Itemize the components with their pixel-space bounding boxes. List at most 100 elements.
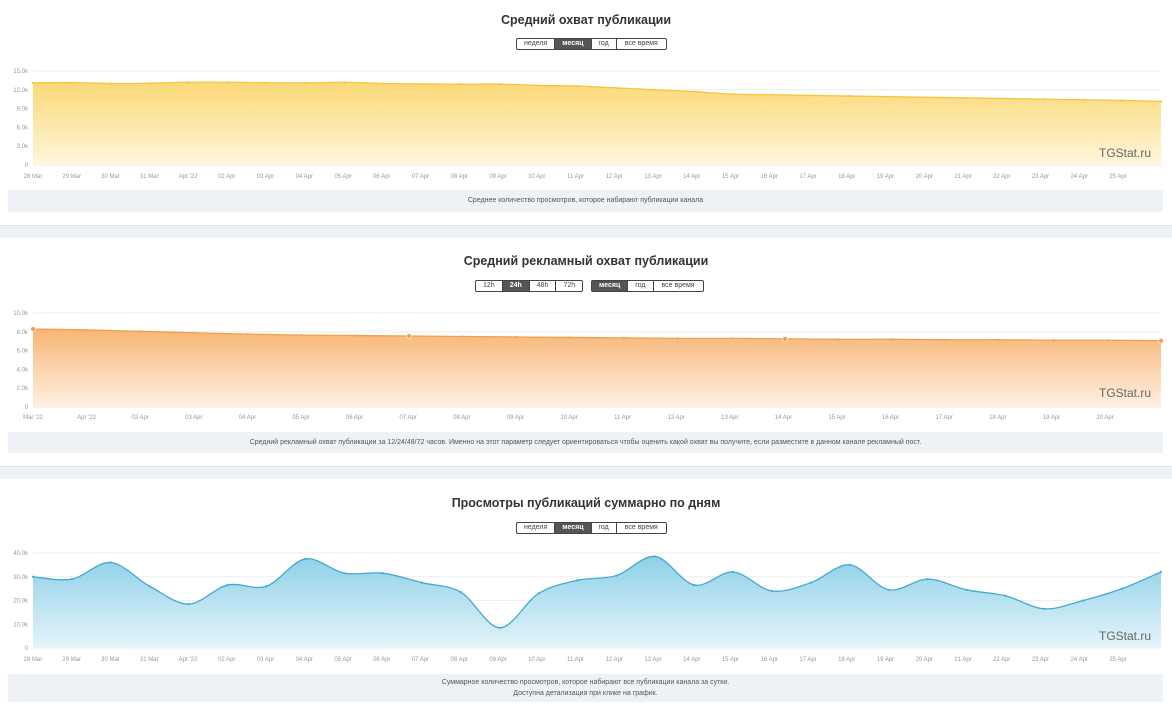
data-point[interactable]: [109, 561, 112, 564]
data-point[interactable]: [782, 336, 788, 342]
data-point[interactable]: [498, 83, 501, 86]
daily-views-chart[interactable]: 0 10.0k 20.0k 30.0k 40.0k 28 Mar 29 Mar 30 Mar 3…: [0, 547, 1172, 669]
data-point[interactable]: [1121, 99, 1124, 102]
data-point[interactable]: [537, 592, 540, 595]
data-point[interactable]: [226, 583, 229, 587]
hours-24h-button[interactable]: 24h: [502, 281, 530, 291]
data-point[interactable]: [693, 90, 696, 93]
hours-48h-button[interactable]: 48h: [530, 281, 557, 291]
data-point[interactable]: [654, 555, 657, 558]
data-point[interactable]: [732, 570, 735, 574]
period-week-button[interactable]: неделя: [517, 523, 556, 533]
data-point[interactable]: [887, 588, 890, 591]
data-point[interactable]: [770, 589, 774, 593]
data-point[interactable]: [576, 579, 579, 582]
period-year-button[interactable]: год: [592, 523, 617, 533]
data-point[interactable]: [1159, 570, 1163, 574]
data-point[interactable]: [837, 338, 840, 341]
data-point[interactable]: [515, 335, 518, 339]
data-point[interactable]: [187, 602, 190, 606]
data-point[interactable]: [1004, 594, 1007, 597]
data-point[interactable]: [615, 574, 618, 577]
period-year-button[interactable]: год: [592, 39, 617, 49]
data-point[interactable]: [31, 575, 35, 578]
data-point[interactable]: [615, 86, 618, 90]
data-point[interactable]: [343, 572, 346, 575]
data-point[interactable]: [304, 557, 307, 561]
data-point[interactable]: [887, 95, 890, 98]
period-all-time-button[interactable]: все время: [617, 523, 666, 533]
data-point[interactable]: [381, 82, 385, 85]
data-point[interactable]: [498, 626, 501, 629]
data-point[interactable]: [1082, 98, 1085, 101]
data-point[interactable]: [459, 83, 462, 86]
data-point[interactable]: [420, 581, 424, 584]
data-point[interactable]: [848, 563, 851, 566]
period-year-button[interactable]: год: [628, 281, 654, 291]
data-point[interactable]: [926, 96, 929, 99]
data-point[interactable]: [31, 81, 35, 85]
data-point[interactable]: [537, 84, 540, 87]
data-point[interactable]: [148, 585, 151, 588]
data-point[interactable]: [265, 585, 268, 588]
period-all-time-button[interactable]: все время: [617, 39, 666, 49]
data-point[interactable]: [148, 82, 151, 85]
hours-12h-button[interactable]: 12h: [476, 281, 503, 291]
data-point[interactable]: [1121, 587, 1124, 590]
data-point[interactable]: [1052, 339, 1055, 342]
period-all-time-button[interactable]: все время: [654, 281, 703, 291]
period-month-button[interactable]: месяц: [555, 523, 592, 533]
data-point[interactable]: [809, 581, 813, 584]
data-point[interactable]: [354, 334, 357, 337]
data-point[interactable]: [139, 330, 142, 333]
data-point[interactable]: [109, 82, 112, 85]
data-point[interactable]: [459, 591, 462, 594]
data-point[interactable]: [945, 338, 948, 341]
data-point[interactable]: [730, 337, 733, 340]
hours-72h-button[interactable]: 72h: [556, 281, 582, 291]
data-point[interactable]: [576, 84, 579, 88]
data-point[interactable]: [1158, 338, 1164, 344]
data-point[interactable]: [381, 572, 385, 575]
data-point[interactable]: [654, 88, 657, 91]
ad-reach-chart[interactable]: 0 2.0k 4.0k 6.0k 8.0k 10.0k Mar '22 Apr '22 02 A…: [0, 306, 1172, 430]
data-point[interactable]: [1082, 599, 1085, 602]
data-point[interactable]: [848, 94, 851, 98]
data-point[interactable]: [304, 81, 307, 85]
avg-reach-chart[interactable]: 0 3.0k 6.0k 9.0k 12.0k 15.0k 28 Mar 29 Mar 30 Ma…: [0, 62, 1172, 188]
data-point[interactable]: [891, 338, 894, 341]
data-point[interactable]: [1043, 98, 1046, 101]
data-point[interactable]: [965, 588, 968, 591]
data-point[interactable]: [226, 81, 229, 84]
data-point[interactable]: [1043, 607, 1046, 610]
data-point[interactable]: [246, 333, 249, 336]
data-point[interactable]: [85, 328, 88, 332]
data-point[interactable]: [265, 81, 268, 84]
data-point[interactable]: [406, 333, 412, 339]
data-point[interactable]: [193, 331, 196, 334]
data-point[interactable]: [1004, 97, 1007, 100]
data-point[interactable]: [676, 337, 679, 340]
data-point[interactable]: [998, 338, 1001, 341]
data-point[interactable]: [693, 583, 696, 587]
period-month-button[interactable]: месяц: [592, 281, 629, 291]
data-point[interactable]: [926, 578, 929, 581]
data-point[interactable]: [1159, 100, 1163, 103]
data-point[interactable]: [420, 82, 424, 85]
data-point[interactable]: [461, 335, 464, 338]
data-point[interactable]: [770, 93, 774, 96]
data-point[interactable]: [30, 326, 36, 332]
data-point[interactable]: [343, 81, 346, 84]
data-point[interactable]: [300, 333, 303, 337]
data-point[interactable]: [809, 94, 813, 97]
data-point[interactable]: [70, 81, 73, 84]
data-point[interactable]: [569, 336, 572, 339]
data-point[interactable]: [622, 336, 625, 340]
data-point[interactable]: [1106, 339, 1109, 342]
period-month-button[interactable]: месяц: [555, 39, 592, 49]
data-point[interactable]: [70, 578, 73, 581]
data-point[interactable]: [732, 93, 735, 96]
data-point[interactable]: [965, 96, 968, 100]
period-week-button[interactable]: неделя: [517, 39, 556, 49]
data-point[interactable]: [187, 81, 190, 84]
